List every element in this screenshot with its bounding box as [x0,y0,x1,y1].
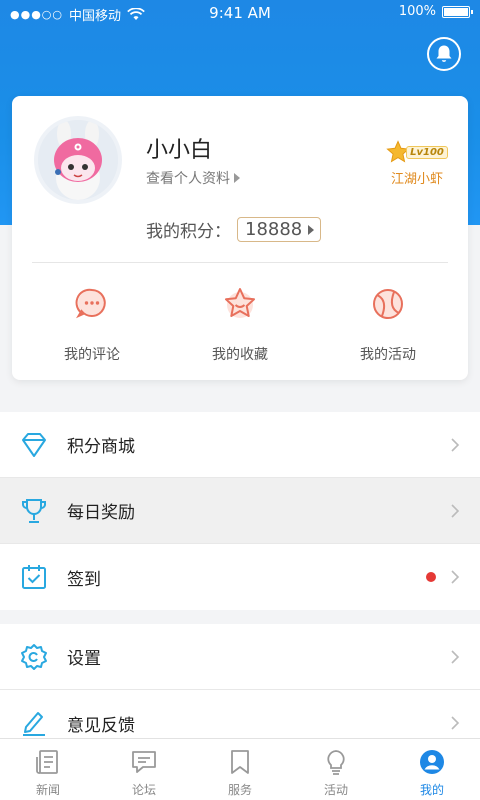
menu-label: 意见反馈 [67,715,135,736]
menu-item-check-in[interactable]: 签到 [0,544,480,610]
menu-label: 积分商城 [67,437,135,457]
forum-icon [132,751,156,773]
my-activities-label: 我的活动 [360,347,416,363]
my-favorites-button[interactable]: 我的收藏 [180,284,300,364]
level-badge: Lv100 江湖小虾 [386,140,448,187]
my-favorites-label: 我的收藏 [212,347,268,363]
level-value: Lv100 [406,145,448,159]
calendar-check-icon [22,565,46,589]
menu-item-daily-reward[interactable]: 每日奖励 [0,478,480,544]
username: 小小白 [146,138,213,163]
chevron-right-icon [451,570,460,584]
profile-card: 小小白 查看个人资料 Lv100 江湖小虾 我的积分： 18888 我的评论 我… [12,96,468,380]
news-icon [36,750,58,774]
bookmark-icon [231,750,249,774]
tab-label: 活动 [323,783,348,797]
tab-me[interactable]: 我的 [384,739,480,800]
my-comments-label: 我的评论 [64,347,120,363]
notification-bell-button[interactable] [427,37,461,71]
level-title: 江湖小虾 [390,172,443,187]
tab-label: 服务 [227,783,252,797]
card-divider [32,262,448,263]
menu-label: 设置 [67,649,101,669]
view-profile-link[interactable]: 查看个人资料 [146,168,240,188]
chevron-right-icon [451,438,460,452]
menu-label: 签到 [67,569,101,590]
chevron-right-icon [451,504,460,518]
menu-group-secondary: 设置 意见反馈 [0,624,480,756]
chevron-right-icon [451,716,460,730]
avatar[interactable] [34,116,122,204]
star-icon [225,288,255,318]
tab-services[interactable]: 服务 [192,739,288,800]
points-row: 我的积分： 18888 [146,217,322,242]
tab-activities[interactable]: 活动 [288,739,384,800]
bunny-avatar-icon [38,120,118,200]
comment-icon [75,288,106,319]
my-activities-button[interactable]: 我的活动 [328,284,448,364]
points-label: 我的积分： [146,222,231,242]
tab-label: 我的 [419,783,444,797]
gear-icon [21,644,47,670]
chevron-right-icon [451,650,460,664]
unread-badge [426,572,436,582]
tab-label: 新闻 [35,783,60,797]
my-comments-button[interactable]: 我的评论 [32,284,152,364]
ball-icon [373,289,403,319]
menu-item-points-mall[interactable]: 积分商城 [0,412,480,478]
tab-label: 论坛 [131,783,156,797]
edit-icon [23,712,45,736]
battery-icon [442,5,473,18]
points-button[interactable]: 18888 [237,217,322,242]
menu-label: 每日奖励 [67,503,135,523]
status-bar: ●●●○○ 中国移动 9:41 AM 100% [0,0,480,26]
battery-percent: 100% [398,4,436,19]
points-value: 18888 [245,219,303,240]
bulb-icon [327,750,345,775]
arrow-right-icon [308,224,315,235]
bell-icon [436,45,452,62]
diamond-icon [22,433,46,457]
trophy-icon [22,499,46,523]
view-profile-label: 查看个人资料 [146,171,230,187]
menu-item-settings[interactable]: 设置 [0,624,480,690]
tab-news[interactable]: 新闻 [0,739,96,800]
tab-forum[interactable]: 论坛 [96,739,192,800]
arrow-right-icon [234,173,240,183]
bottom-tab-bar: 新闻 论坛 服务 活动 我的 [0,738,480,800]
user-icon [420,750,444,774]
menu-group-primary: 积分商城 每日奖励 签到 [0,412,480,610]
